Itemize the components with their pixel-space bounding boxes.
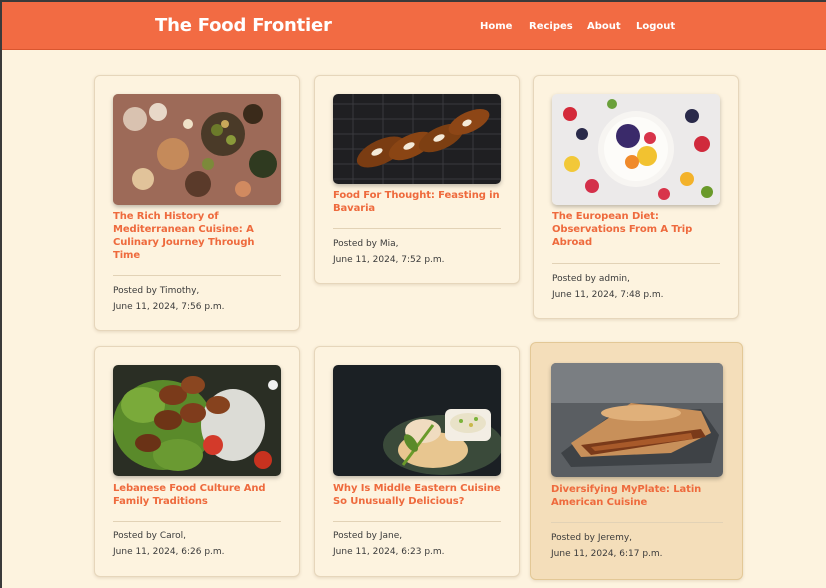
quesadilla-image <box>551 363 723 477</box>
post-author: Posted by admin, <box>552 274 630 284</box>
post-date: June 11, 2024, 7:52 p.m. <box>333 255 445 265</box>
post-date: June 11, 2024, 6:17 p.m. <box>551 549 663 559</box>
post-date: June 11, 2024, 7:48 p.m. <box>552 290 664 300</box>
card-divider <box>551 522 723 523</box>
top-navbar: The Food Frontier Home Recipes About Log… <box>2 0 826 50</box>
post-title-link[interactable]: Why Is Middle Eastern Cuisine So Unusual… <box>333 482 501 508</box>
post-author: Posted by Mia, <box>333 239 399 249</box>
post-title-link[interactable]: Food For Thought: Feasting in Bavaria <box>333 189 501 215</box>
site-brand-link[interactable]: The Food Frontier <box>155 15 332 36</box>
post-thumbnail[interactable] <box>113 94 281 205</box>
hummus-pita-image <box>333 365 501 476</box>
post-date: June 11, 2024, 6:23 p.m. <box>333 547 445 557</box>
nav-link-recipes[interactable]: Recipes <box>529 21 573 32</box>
post-thumbnail[interactable] <box>551 363 723 477</box>
post-title-link[interactable]: The European Diet: Observations From A T… <box>552 210 720 249</box>
card-divider <box>333 521 501 522</box>
post-title-link[interactable]: Lebanese Food Culture And Family Traditi… <box>113 482 281 508</box>
post-meta: Posted by Jeremy, June 11, 2024, 6:17 p.… <box>551 530 731 562</box>
pretzel-bread-image <box>333 94 501 184</box>
nav-link-home[interactable]: Home <box>480 21 512 32</box>
post-thumbnail[interactable] <box>552 94 720 205</box>
post-title-link[interactable]: The Rich History of Mediterranean Cuisin… <box>113 210 281 262</box>
post-date: June 11, 2024, 6:26 p.m. <box>113 547 225 557</box>
mediterranean-spread-image <box>113 94 281 205</box>
post-card[interactable]: Food For Thought: Feasting in Bavaria Po… <box>314 75 520 284</box>
post-thumbnail[interactable] <box>333 94 501 184</box>
post-date: June 11, 2024, 7:56 p.m. <box>113 302 225 312</box>
post-meta: Posted by admin, June 11, 2024, 7:48 p.m… <box>552 271 732 303</box>
post-card-hovered[interactable]: Diversifying MyPlate: Latin American Cui… <box>530 342 743 580</box>
post-author: Posted by Carol, <box>113 531 187 541</box>
card-divider <box>333 228 501 229</box>
nav-link-about[interactable]: About <box>587 21 621 32</box>
post-meta: Posted by Timothy, June 11, 2024, 7:56 p… <box>113 283 293 315</box>
post-thumbnail[interactable] <box>333 365 501 476</box>
post-card[interactable]: The European Diet: Observations From A T… <box>533 75 739 319</box>
card-divider <box>113 521 281 522</box>
kibbeh-plate-image <box>113 365 281 476</box>
post-card[interactable]: Lebanese Food Culture And Family Traditi… <box>94 346 300 577</box>
post-meta: Posted by Carol, June 11, 2024, 6:26 p.m… <box>113 528 293 560</box>
post-card[interactable]: The Rich History of Mediterranean Cuisin… <box>94 75 300 331</box>
post-author: Posted by Jeremy, <box>551 533 633 543</box>
nav-link-logout[interactable]: Logout <box>636 21 675 32</box>
card-divider <box>113 275 281 276</box>
post-author: Posted by Timothy, <box>113 286 200 296</box>
post-card[interactable]: Why Is Middle Eastern Cuisine So Unusual… <box>314 346 520 577</box>
fruit-bowl-image <box>552 94 720 205</box>
post-thumbnail[interactable] <box>113 365 281 476</box>
post-title-link[interactable]: Diversifying MyPlate: Latin American Cui… <box>551 483 719 509</box>
card-divider <box>552 263 720 264</box>
post-author: Posted by Jane, <box>333 531 403 541</box>
post-meta: Posted by Mia, June 11, 2024, 7:52 p.m. <box>333 236 513 268</box>
post-meta: Posted by Jane, June 11, 2024, 6:23 p.m. <box>333 528 513 560</box>
